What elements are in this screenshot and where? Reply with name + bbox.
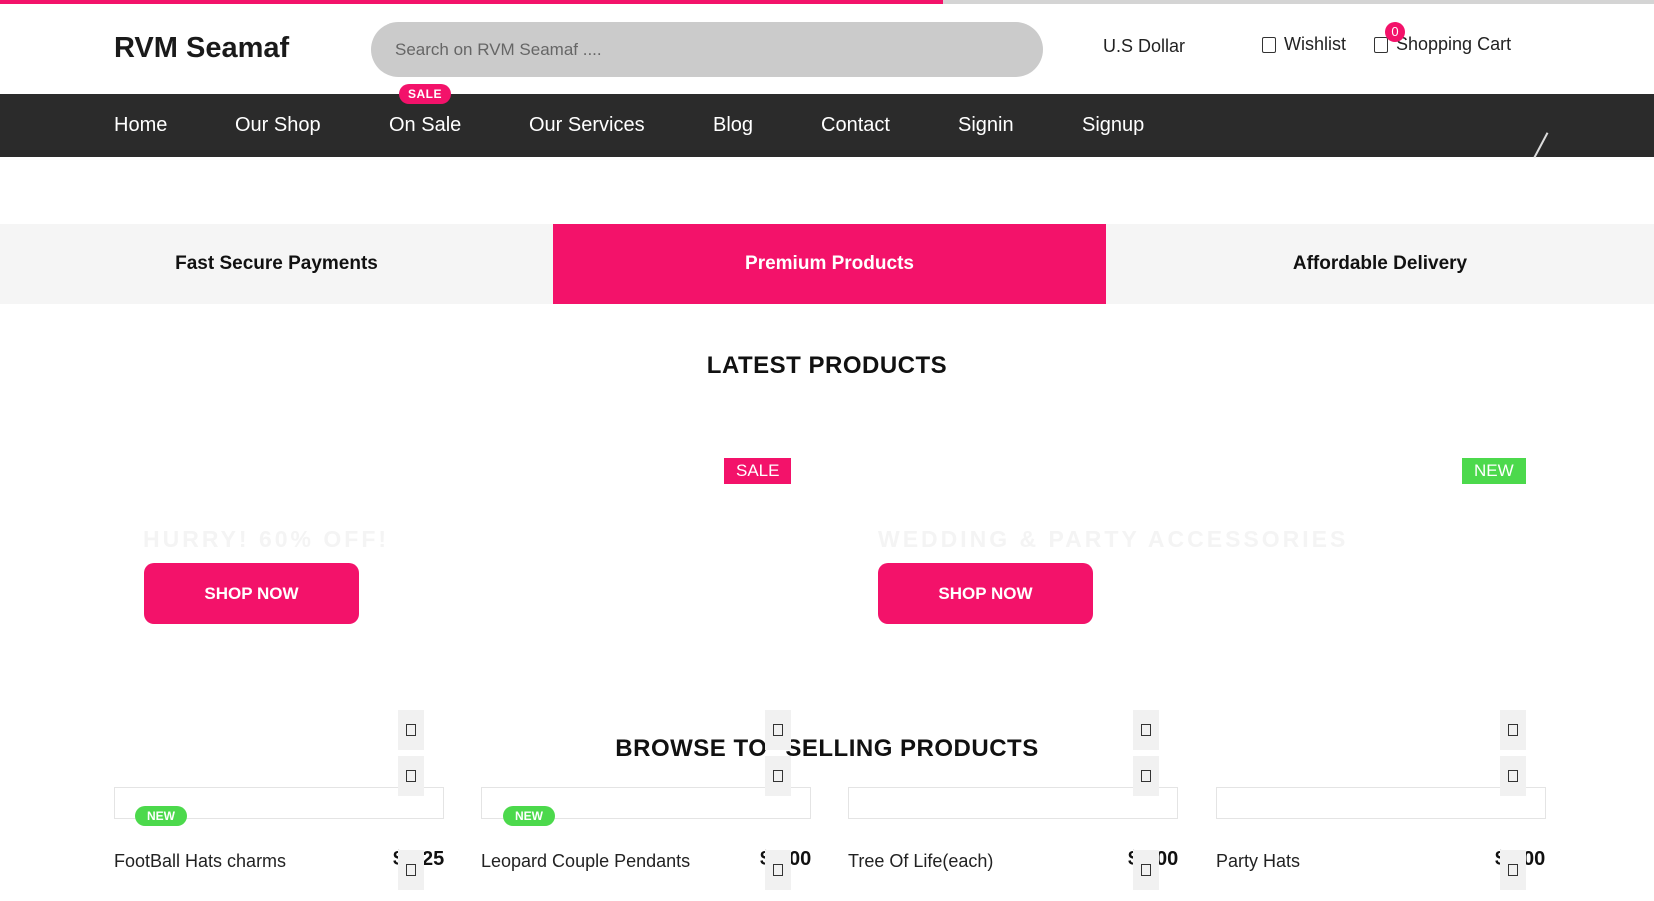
nav-item-our-services[interactable]: Our Services	[529, 114, 645, 137]
product-new-badge: NEW	[135, 806, 187, 826]
product-image[interactable]	[848, 787, 1178, 819]
cart-icon	[406, 864, 416, 876]
eye-icon	[773, 770, 783, 782]
shop-now-button-left[interactable]: SHOP NOW	[144, 563, 359, 624]
wishlist-label: Wishlist	[1284, 34, 1346, 54]
heart-icon	[1262, 36, 1276, 53]
add-to-cart-icon[interactable]	[765, 850, 791, 890]
product-new-badge: NEW	[503, 806, 555, 826]
nav-sale-badge: SALE	[399, 84, 451, 104]
quick-view-icon[interactable]	[765, 756, 791, 796]
nav-item-our-shop[interactable]: Our Shop	[235, 114, 321, 137]
cart-icon	[1141, 864, 1151, 876]
wishlist-icon[interactable]	[1500, 710, 1526, 750]
add-to-cart-icon[interactable]	[1133, 850, 1159, 890]
product-image[interactable]	[1216, 787, 1546, 819]
wishlist-link[interactable]: Wishlist	[1262, 34, 1346, 55]
eye-icon	[406, 770, 416, 782]
heart-icon	[406, 724, 416, 736]
add-to-cart-icon[interactable]	[1500, 850, 1526, 890]
product-price-value: 25	[422, 848, 445, 870]
cart-icon	[773, 864, 783, 876]
nav-item-signup[interactable]: Signup	[1082, 114, 1144, 137]
site-logo[interactable]: RVM Seamaf	[114, 32, 289, 65]
product-name[interactable]: Party Hats	[1216, 851, 1300, 872]
product-price-value: 00	[1523, 848, 1546, 870]
banner-left-text: HURRY! 60% OFF!	[143, 526, 390, 552]
page-progress-track	[0, 0, 1654, 4]
eye-icon	[1508, 770, 1518, 782]
currency-selector[interactable]: U.S Dollar	[1103, 36, 1185, 57]
main-nav: Home Our Shop On Sale Our Services Blog …	[0, 94, 1654, 157]
new-badge: NEW	[1462, 458, 1526, 484]
feature-premium-products: Premium Products	[553, 224, 1106, 304]
product-name[interactable]: FootBall Hats charms	[114, 851, 286, 872]
feature-affordable-delivery: Affordable Delivery	[1292, 253, 1468, 274]
cart-icon	[1508, 864, 1518, 876]
page-progress-fill	[0, 0, 943, 4]
browse-title-left: BROWSE TO	[615, 735, 768, 762]
nav-item-signin[interactable]: Signin	[958, 114, 1014, 137]
shopping-cart-link[interactable]: 0 Shopping Cart	[1374, 21, 1512, 55]
quick-view-icon[interactable]	[1500, 756, 1526, 796]
heart-icon	[773, 724, 783, 736]
quick-view-icon[interactable]	[1133, 756, 1159, 796]
latest-products-title: LATEST PRODUCTS	[706, 352, 948, 379]
banner-right-text: WEDDING & PARTY ACCESSORIES	[878, 526, 1349, 552]
product-name[interactable]: Leopard Couple Pendants	[481, 851, 690, 872]
heart-icon	[1508, 724, 1518, 736]
wishlist-icon[interactable]	[765, 710, 791, 750]
cart-label: Shopping Cart	[1396, 34, 1512, 54]
page: RVM Seamaf U.S Dollar Wishlist 0 Shoppin…	[0, 0, 1654, 901]
quick-view-icon[interactable]	[398, 756, 424, 796]
wishlist-icon[interactable]	[398, 710, 424, 750]
nav-item-on-sale[interactable]: On Sale	[389, 114, 461, 137]
nav-item-blog[interactable]: Blog	[713, 114, 753, 137]
features-strip: Fast Secure Payments Premium Products Af…	[0, 224, 1654, 304]
sale-badge: SALE	[724, 458, 792, 484]
shop-now-button-right[interactable]: SHOP NOW	[878, 563, 1093, 624]
product-price-value: 00	[1156, 848, 1179, 870]
eye-icon	[1141, 770, 1151, 782]
feature-fast-secure-payments: Fast Secure Payments	[175, 253, 378, 274]
browse-title-right: SELLING PRODUCTS	[785, 735, 1039, 762]
nav-item-home[interactable]: Home	[114, 114, 167, 137]
nav-item-contact[interactable]: Contact	[821, 114, 890, 137]
product-name[interactable]: Tree Of Life(each)	[848, 851, 993, 872]
wishlist-icon[interactable]	[1133, 710, 1159, 750]
cart-icon: 0	[1374, 21, 1405, 53]
heart-icon	[1141, 724, 1151, 736]
product-price-value: 00	[789, 848, 812, 870]
search-input[interactable]	[371, 22, 1043, 77]
browse-top-selling-title: BROWSE TO SELLING PRODUCTS	[0, 735, 1654, 763]
cart-count-badge: 0	[1385, 21, 1405, 42]
add-to-cart-icon[interactable]	[398, 850, 424, 890]
